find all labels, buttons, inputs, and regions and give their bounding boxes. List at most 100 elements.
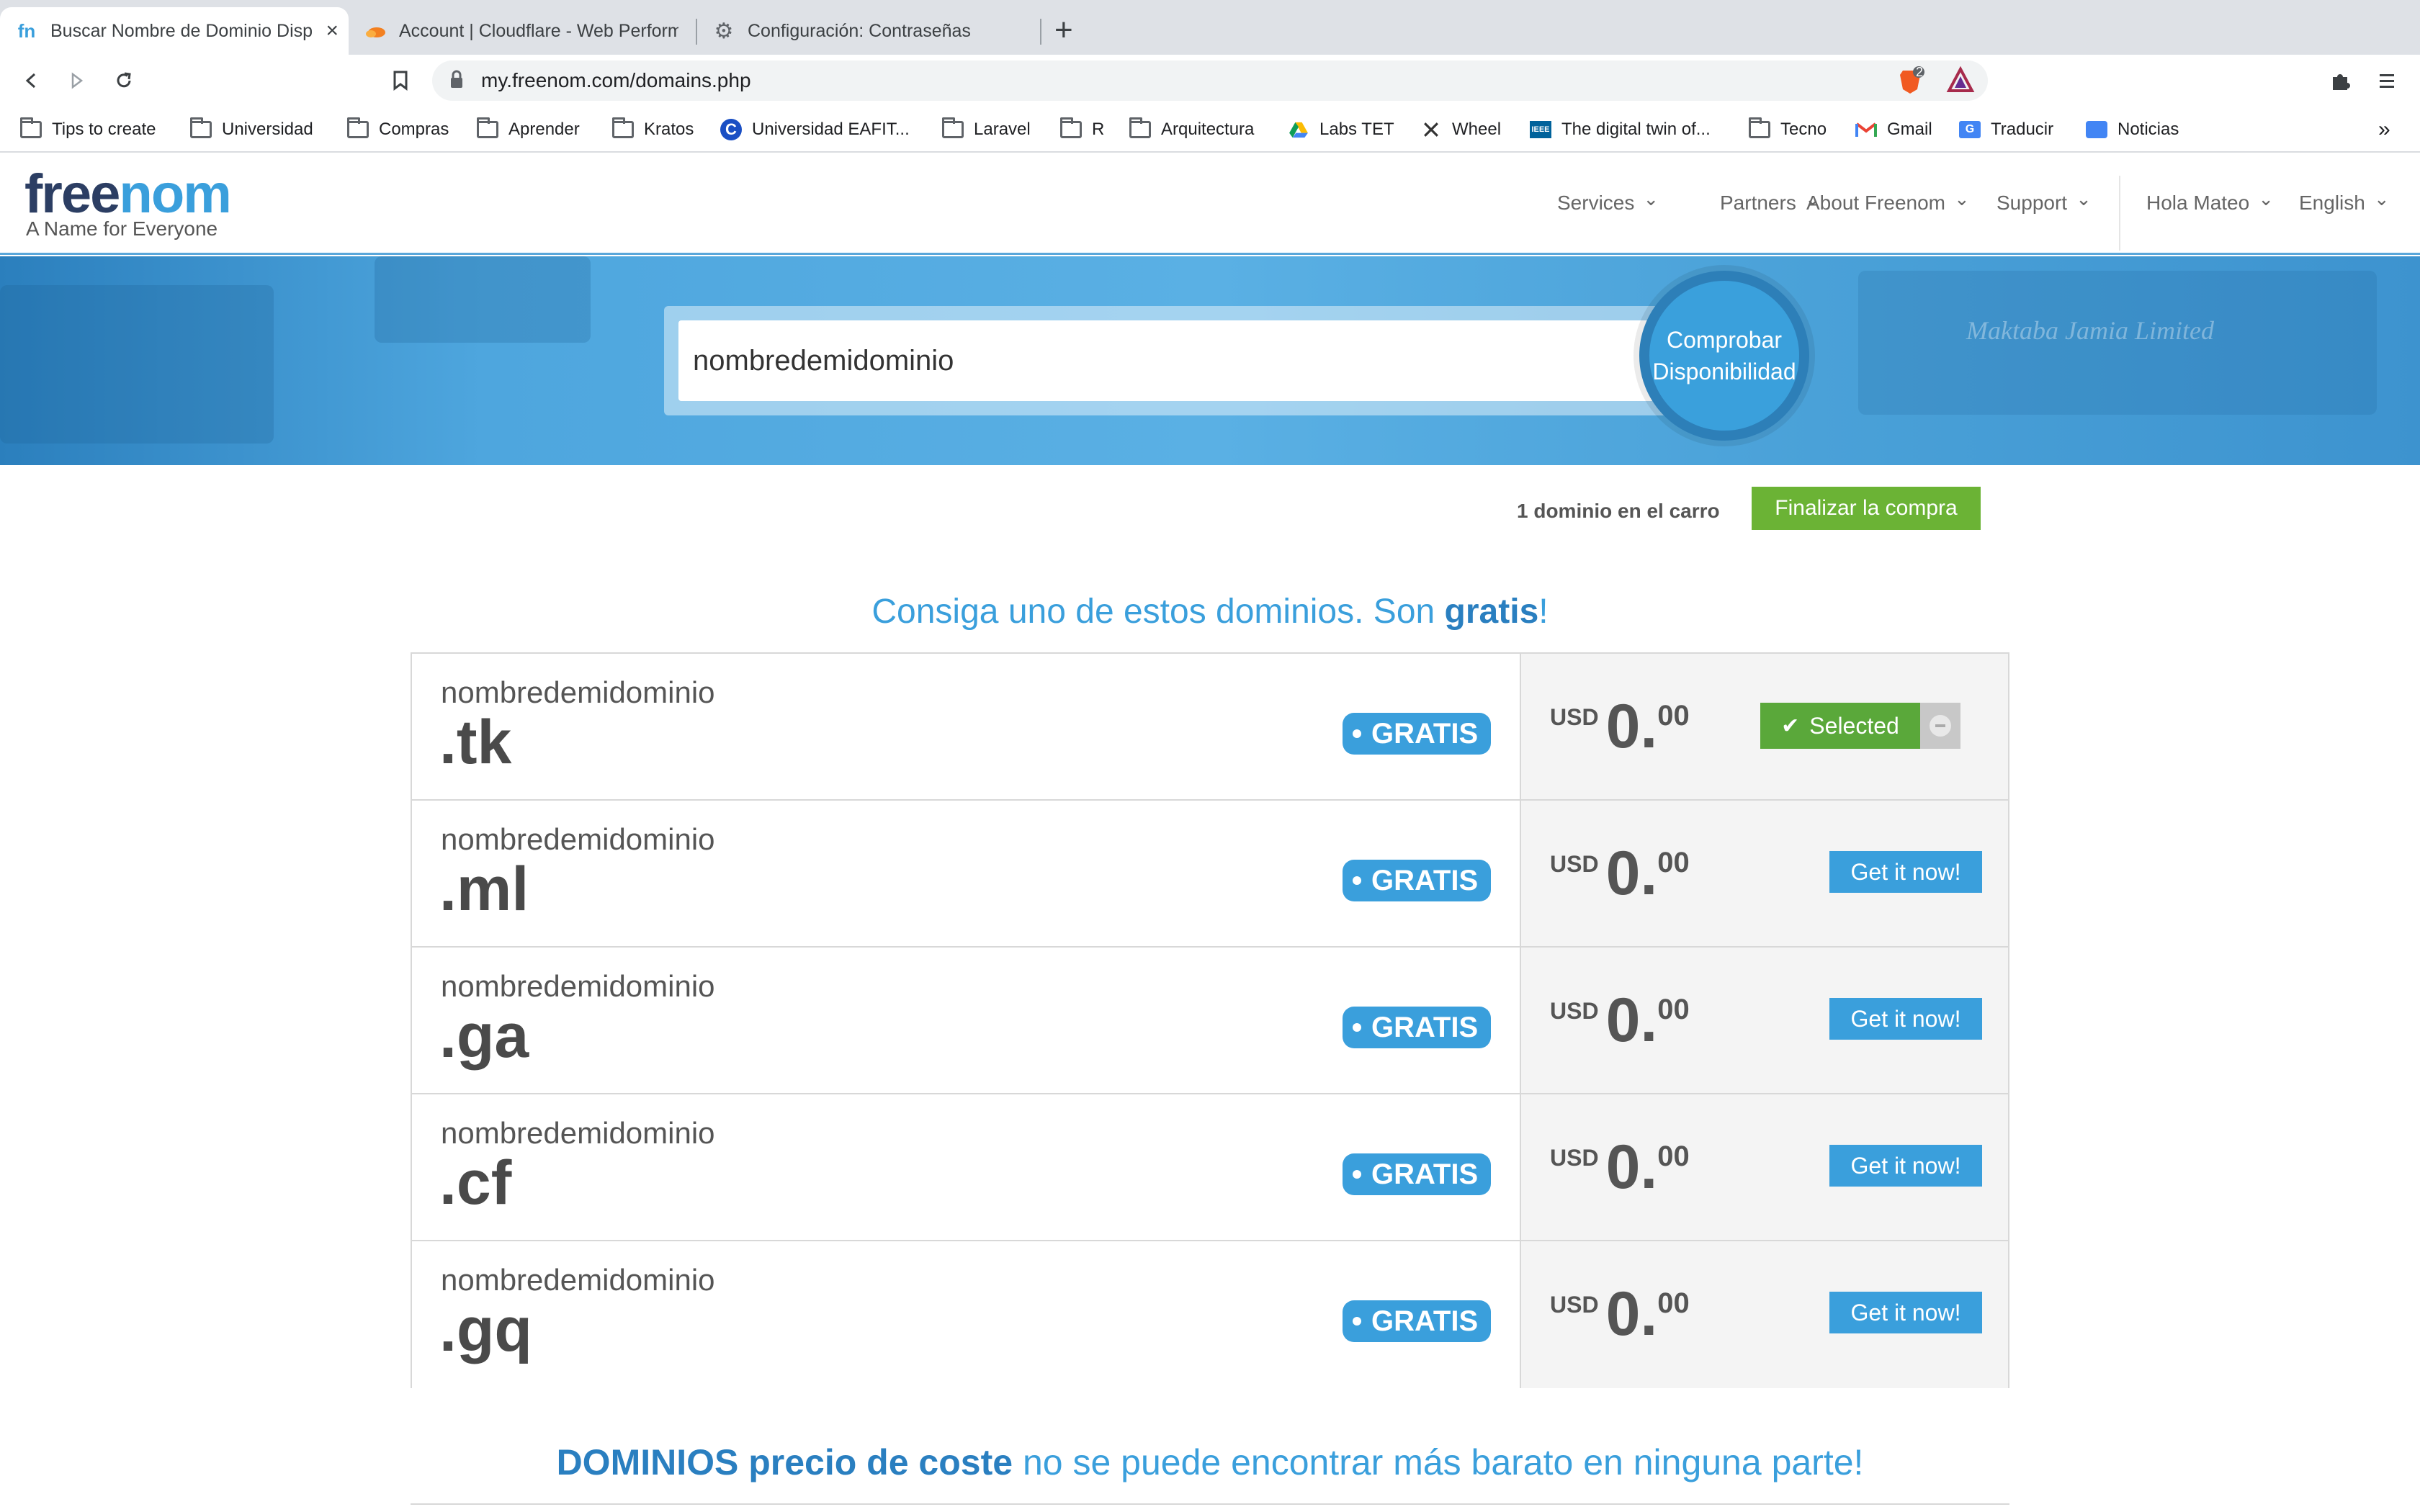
nav-divider [2119, 176, 2120, 251]
browser-tab-bar: fn Buscar Nombre de Dominio Disp × Accou… [0, 0, 2420, 55]
bookmark-wheel[interactable]: Wheel [1420, 117, 1501, 143]
bookmark-universidad[interactable]: Universidad [190, 117, 313, 143]
bookmark-tips-to-create[interactable]: Tips to create [20, 117, 156, 143]
nav-language[interactable]: English [2299, 192, 2390, 215]
bookmark-digital-twin[interactable]: IEEE The digital twin of... [1530, 117, 1711, 143]
bookmark-label: Labs TET [1319, 120, 1394, 139]
ieee-icon: IEEE [1530, 121, 1551, 138]
menu-icon[interactable] [2371, 65, 2403, 96]
badge-label: GRATIS [1371, 864, 1479, 896]
domain-price-cell: USD 0. 00 Get it now! [1520, 948, 2008, 1093]
bookmark-compras[interactable]: Compras [347, 117, 449, 143]
checkout-button[interactable]: Finalizar la compra [1752, 487, 1981, 530]
get-it-now-button[interactable]: Get it now! [1829, 1145, 1982, 1187]
price-decimal: 00 [1657, 994, 1690, 1025]
tab-passwords[interactable]: ⚙ Configuración: Contraseñas [697, 7, 1043, 55]
translate-icon: G [1959, 121, 1981, 138]
bookmark-label: Traducir [1991, 120, 2054, 139]
cost-price-domains-title: DOMINIOS precio de coste no se puede enc… [0, 1441, 2420, 1483]
extensions-icon[interactable] [2325, 65, 2357, 96]
browser-toolbar: my.freenom.com/domains.php ⚿ 2 [0, 55, 2420, 107]
bookmark-label: Kratos [644, 120, 694, 139]
title-text: no se puede encontrar más barato en ning… [1013, 1442, 1864, 1482]
bookmark-label: Aprender [508, 120, 580, 139]
get-it-now-button[interactable]: Get it now! [1829, 1292, 1982, 1333]
check-availability-button[interactable]: Comprobar Disponibilidad [1639, 271, 1809, 441]
selected-button[interactable]: ✔ Selected [1760, 703, 1920, 749]
bookmark-universidad-eafit[interactable]: C Universidad EAFIT... [720, 117, 910, 143]
cloudflare-icon [364, 20, 386, 42]
domain-price: USD 0. 00 [1550, 1135, 1690, 1200]
new-tab-button[interactable]: + [1054, 14, 1073, 46]
brave-shield-icon[interactable]: 2 [1897, 65, 1926, 95]
bookmark-r[interactable]: R [1060, 117, 1104, 143]
cart-status: 1 dominio en el carro [1517, 500, 1720, 522]
nav-support[interactable]: Support [1996, 192, 2092, 215]
bookmark-tecno[interactable]: Tecno [1749, 117, 1827, 143]
nav-user-menu[interactable]: Hola Mateo [2146, 192, 2274, 215]
selected-label: Selected [1809, 712, 1899, 739]
price-integer: 0. [1605, 839, 1658, 908]
eafit-icon: C [720, 119, 742, 140]
nav-partners[interactable]: Partners [1720, 192, 1821, 215]
price-integer: 0. [1605, 1133, 1658, 1202]
domain-price: USD 0. 00 [1550, 694, 1690, 759]
bookmark-labs-tet[interactable]: Labs TET [1288, 117, 1394, 143]
domain-price-cell: USD 0. 00 Get it now! [1520, 1241, 2008, 1388]
nav-services[interactable]: Services [1557, 192, 1659, 215]
domain-tld: .gq [439, 1295, 532, 1364]
currency: USD [1550, 704, 1599, 730]
bookmark-laravel[interactable]: Laravel [942, 117, 1031, 143]
price-integer: 0. [1605, 1279, 1658, 1349]
domain-info: nombredemidominio .ml GRATIS [412, 801, 1520, 946]
badge-dot-icon [1353, 1317, 1361, 1326]
domain-row-gq: nombredemidominio .gq GRATIS USD 0. 00 Get… [412, 1241, 2008, 1388]
badge-label: GRATIS [1371, 717, 1479, 750]
tab-cloudflare[interactable]: Account | Cloudflare - Web Perform [349, 7, 694, 55]
folder-icon [942, 117, 964, 138]
address-bar[interactable]: my.freenom.com/domains.php ⚿ [432, 60, 1988, 101]
bookmark-icon[interactable] [385, 65, 416, 96]
bookmarks-overflow-button[interactable]: » [2378, 117, 2390, 143]
price-decimal: 00 [1657, 847, 1690, 878]
brave-rewards-icon[interactable] [1946, 66, 1975, 95]
badge-dot-icon [1353, 1170, 1361, 1179]
get-it-now-button[interactable]: Get it now! [1829, 851, 1982, 893]
tab-freenom[interactable]: fn Buscar Nombre de Dominio Disp × [0, 7, 349, 55]
bookmark-kratos[interactable]: Kratos [612, 117, 694, 143]
bookmark-label: Wheel [1452, 120, 1502, 139]
domain-row-ga: nombredemidominio .ga GRATIS USD 0. 00 Get… [412, 948, 2008, 1094]
back-icon[interactable] [16, 65, 48, 96]
gear-icon: ⚙ [714, 19, 734, 43]
site-header: freenom A Name for Everyone Services Par… [0, 154, 2420, 255]
gmail-icon [1855, 122, 1877, 137]
badge-label: GRATIS [1371, 1305, 1479, 1337]
close-icon[interactable]: × [326, 19, 339, 43]
folder-icon [20, 117, 42, 138]
freenom-logo[interactable]: freenom [24, 167, 232, 222]
bookmark-label: Gmail [1887, 120, 1932, 139]
domain-row-tk: nombredemidominio .tk GRATIS USD 0. 00 ✔ Se… [412, 654, 2008, 801]
domain-tld: .tk [439, 708, 512, 777]
domain-search-input[interactable] [678, 320, 1687, 401]
forward-icon[interactable] [60, 65, 92, 96]
tagline: A Name for Everyone [26, 217, 218, 240]
bookmark-gmail[interactable]: Gmail [1855, 117, 1932, 143]
bookmark-label: Laravel [974, 120, 1031, 139]
free-badge: GRATIS [1343, 1300, 1491, 1342]
bookmark-traducir[interactable]: G Traducir [1959, 117, 2053, 143]
domain-tld: .cf [439, 1148, 512, 1218]
nav-about-freenom[interactable]: About Freenom [1806, 192, 1970, 215]
bookmark-noticias[interactable]: Noticias [2086, 117, 2179, 143]
reload-icon[interactable] [108, 65, 140, 96]
bookmark-label: Tecno [1780, 120, 1827, 139]
get-it-now-button[interactable]: Get it now! [1829, 998, 1982, 1040]
bookmark-arquitectura[interactable]: Arquitectura [1129, 117, 1254, 143]
domain-price-cell: USD 0. 00 ✔ Selected [1520, 654, 2008, 799]
price-decimal: 00 [1657, 1140, 1690, 1172]
bookmark-aprender[interactable]: Aprender [477, 117, 580, 143]
domain-info: nombredemidominio .tk GRATIS [412, 654, 1520, 799]
domain-name: nombredemidominio [441, 969, 715, 1003]
domain-info: nombredemidominio .ga GRATIS [412, 948, 1520, 1093]
remove-domain-button[interactable] [1920, 703, 1960, 749]
